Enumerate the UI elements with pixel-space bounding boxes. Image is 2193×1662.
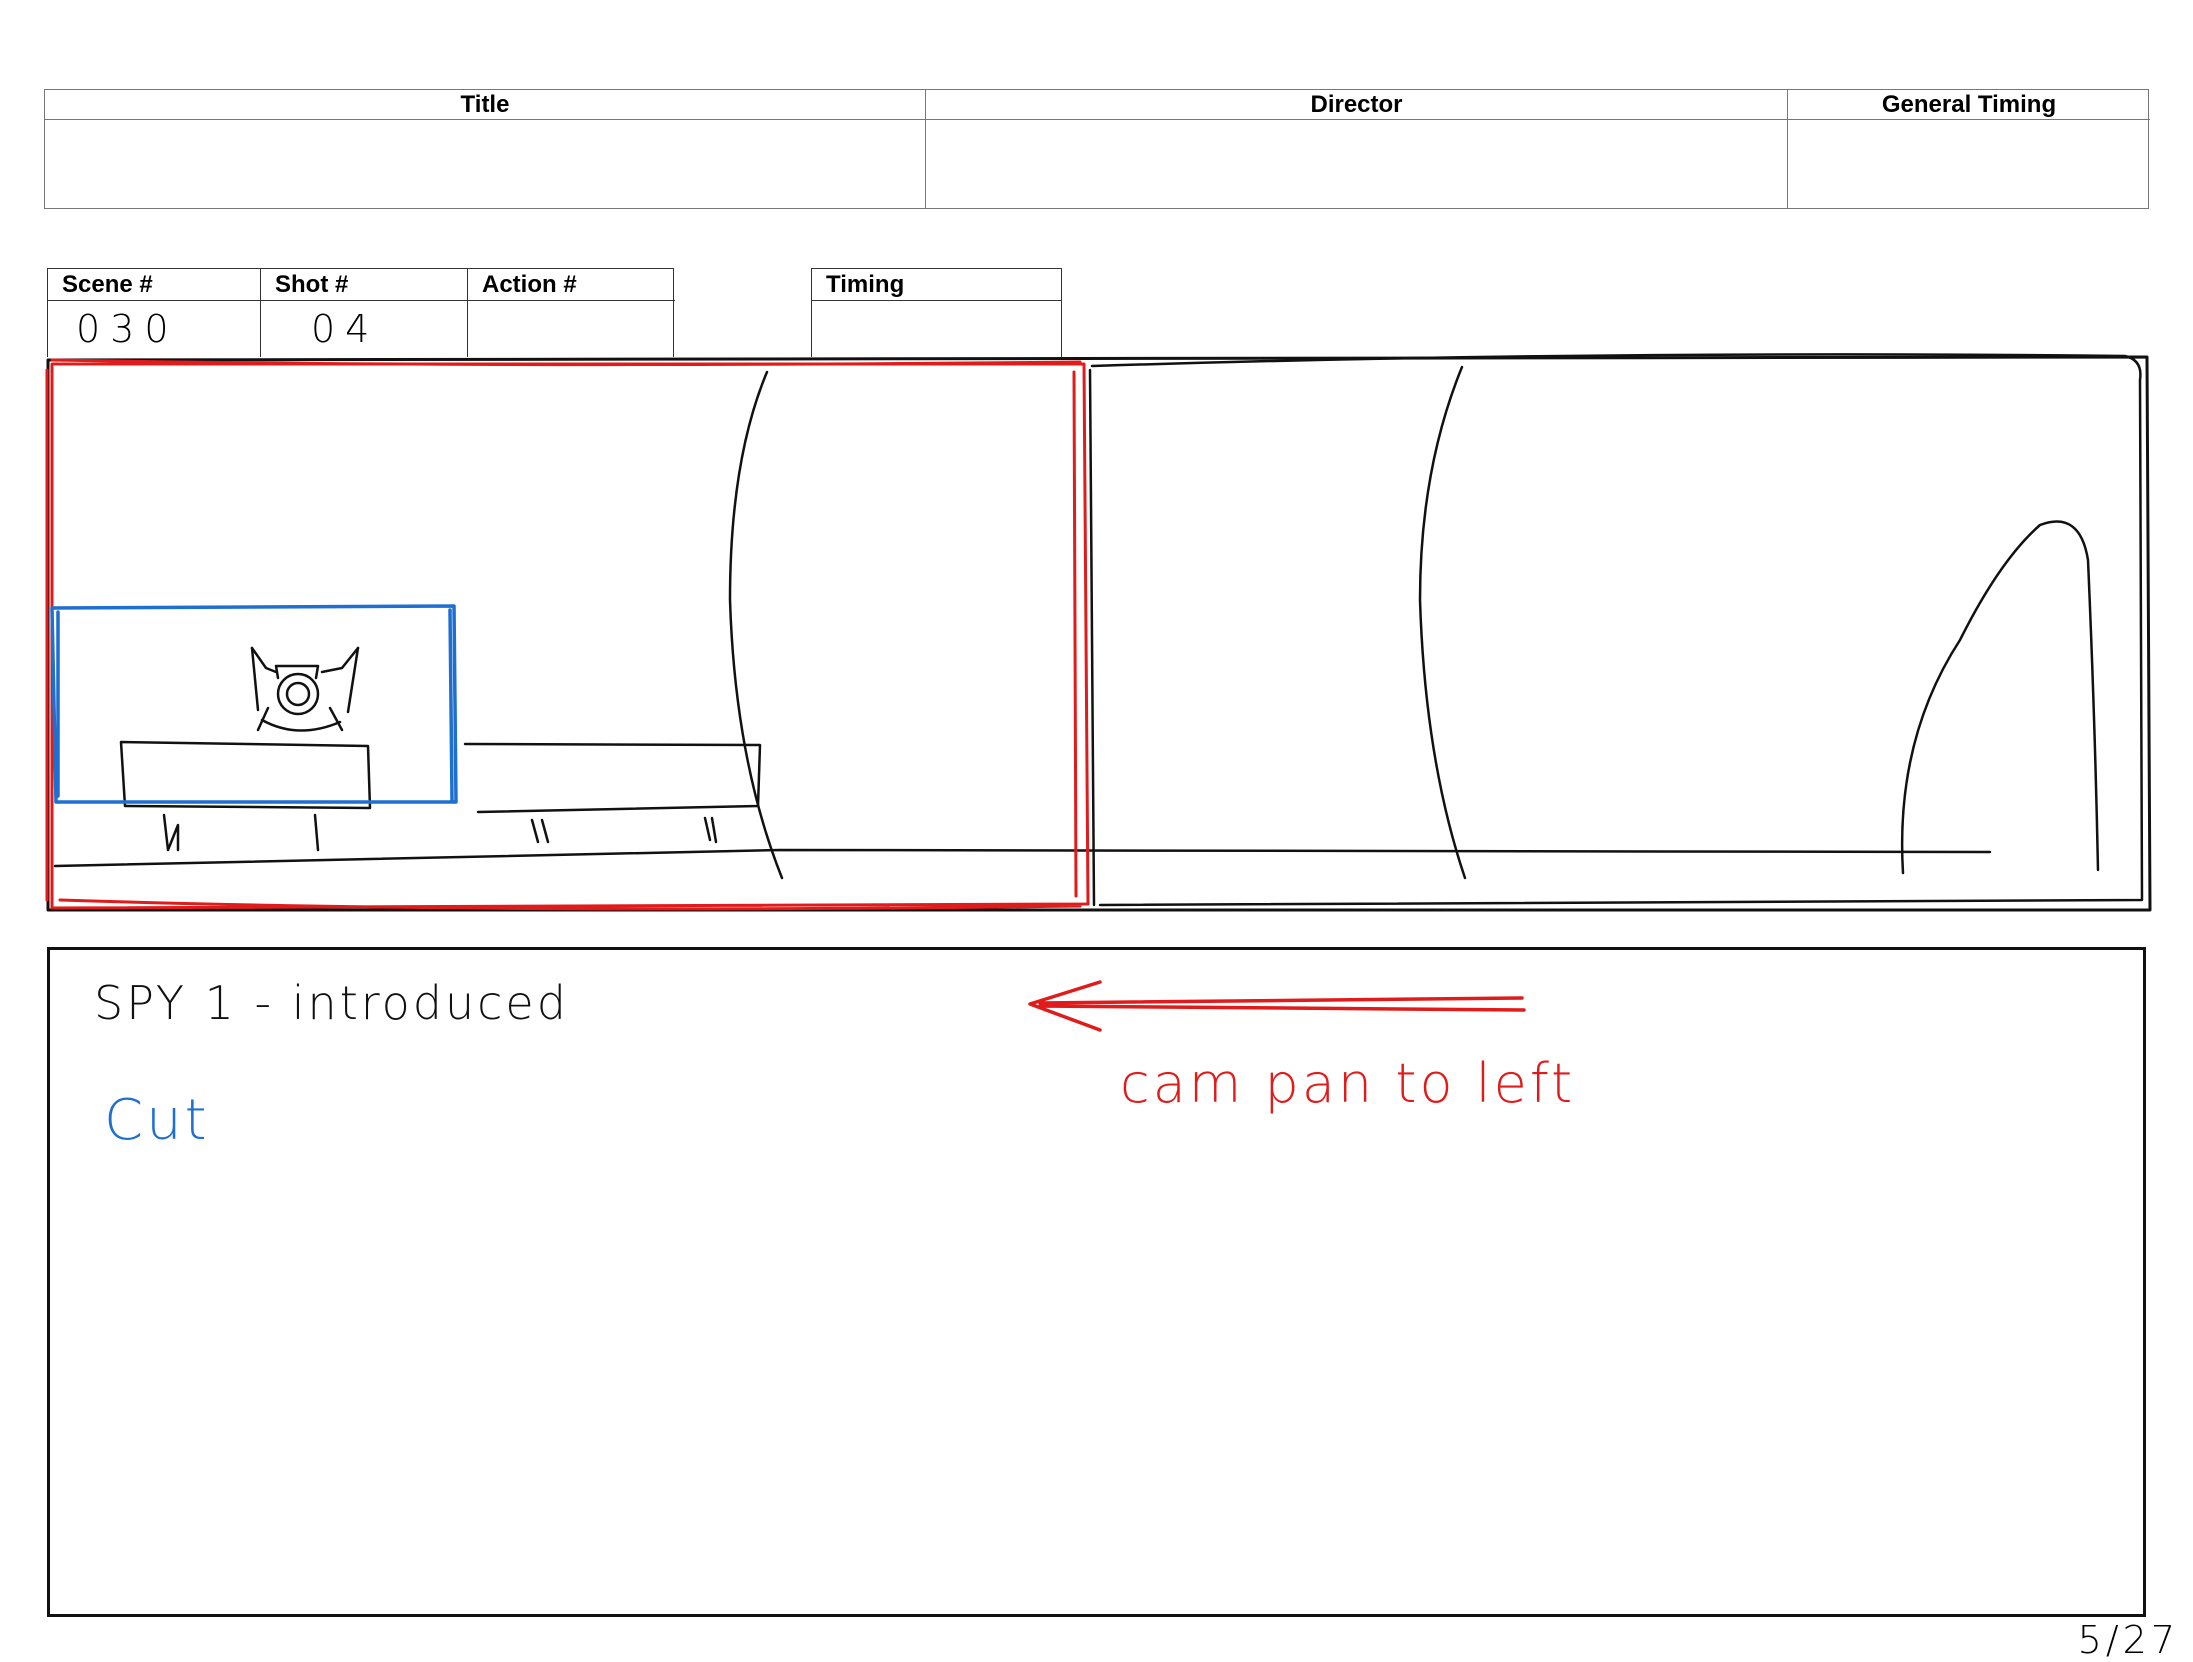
desk-left-legs xyxy=(162,813,320,852)
panel-frame-sketch xyxy=(1088,353,2144,907)
desk-right xyxy=(463,742,762,814)
wall-curve-2 xyxy=(1418,365,1467,880)
notes-box xyxy=(47,947,2146,1617)
desk-left xyxy=(119,740,372,810)
cut-frame-blue xyxy=(50,604,458,804)
panel-frame xyxy=(46,355,2152,912)
wall-curve-1 xyxy=(728,370,784,880)
page-number: 5/27 xyxy=(2077,1618,2179,1662)
spy-character xyxy=(250,646,360,732)
pan-note: cam pan to left xyxy=(1120,1052,1576,1115)
desk-right-legs xyxy=(530,816,718,844)
doorway-arch xyxy=(1900,520,2100,875)
notes-line-cut: Cut xyxy=(104,1088,210,1153)
floor-line xyxy=(53,848,1992,868)
notes-line-spy: SPY 1 - introduced xyxy=(94,976,569,1030)
pan-frame-red xyxy=(45,358,1090,911)
